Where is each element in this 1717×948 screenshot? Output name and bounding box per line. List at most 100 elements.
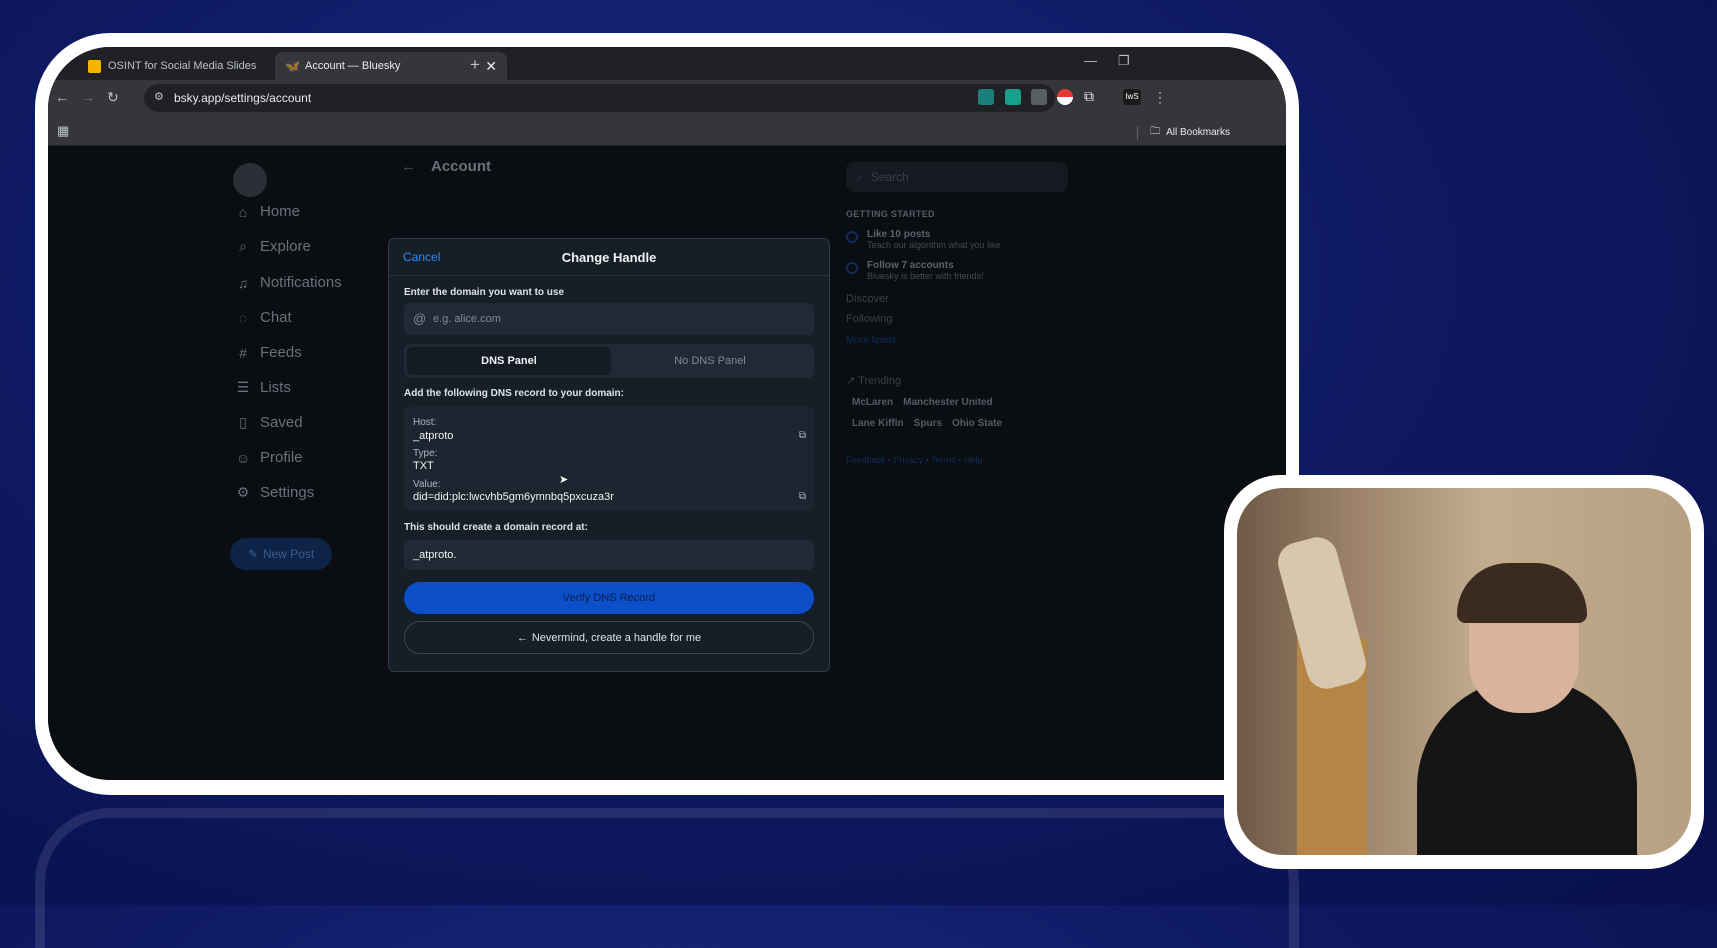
microphone — [1273, 532, 1371, 694]
browser-window: OSINT for Social Media Slides ✕ 🦋 Accoun… — [48, 47, 1286, 780]
omnibox[interactable]: ⚙ bsky.app/settings/account ☆ — [144, 84, 1055, 112]
value-label: Value: — [413, 479, 441, 490]
domain-record-value: _atproto. — [413, 549, 457, 561]
dns-record-box: Host: _atproto ⧉ Type: TXT Value: did=di… — [404, 407, 814, 511]
sidebar-item-explore[interactable]: ⌕ Explore — [232, 238, 311, 255]
at-sign-icon: @ — [413, 311, 427, 326]
type-value: TXT — [413, 460, 434, 472]
presenter-hair — [1457, 563, 1587, 623]
sidebar-item-chat[interactable]: ◌ Chat — [232, 309, 292, 326]
restore-icon[interactable]: ❐ — [1118, 53, 1130, 69]
all-bookmarks-label: All Bookmarks — [1166, 127, 1230, 138]
tab-dns-panel[interactable]: DNS Panel — [407, 347, 611, 375]
domain-placeholder: e.g. alice.com — [433, 313, 501, 325]
verify-dns-button[interactable]: Verify DNS Record — [404, 582, 814, 614]
feed-link-discover[interactable]: Discover — [846, 293, 1068, 305]
site-settings-icon[interactable]: ⚙ — [154, 90, 164, 103]
sidebar-item-label: Explore — [260, 238, 311, 255]
extension-icon[interactable] — [1031, 89, 1047, 105]
close-tab-icon[interactable]: ✕ — [485, 58, 497, 75]
right-column: ⌕ Search GETTING STARTED Like 10 posts T… — [846, 162, 1068, 465]
nevermind-label: Nevermind, create a handle for me — [531, 631, 702, 644]
sidebar-item-saved[interactable]: ▯ Saved — [232, 414, 302, 431]
menu-kebab-icon[interactable]: ⋮ — [1153, 89, 1167, 106]
sidebar-item-label: Chat — [260, 309, 292, 326]
sidebar-item-feeds[interactable]: # Feeds — [232, 344, 302, 361]
tab-label: Account — Bluesky — [305, 60, 401, 72]
trending-topic[interactable]: Ohio State — [952, 418, 1002, 429]
task-item[interactable]: Follow 7 accounts Bluesky is better with… — [846, 260, 1068, 281]
webcam-video — [1237, 488, 1691, 855]
sidebar-item-label: Feeds — [260, 344, 302, 361]
apps-grid-icon[interactable]: ▦ — [57, 123, 69, 139]
dns-mode-toggle: DNS Panel No DNS Panel — [404, 344, 814, 378]
copy-icon[interactable]: ⧉ — [799, 491, 806, 502]
host-value: _atproto — [413, 430, 454, 442]
tab-label: OSINT for Social Media Slides — [108, 60, 257, 72]
sidebar-item-label: Settings — [260, 484, 315, 501]
progress-ring-icon — [846, 231, 858, 243]
chat-icon: ◌ — [238, 309, 248, 326]
hash-icon: # — [239, 344, 247, 361]
trending-topic[interactable]: McLaren — [852, 397, 893, 408]
trending-topic[interactable]: Lane Kiffin — [852, 418, 904, 429]
more-feeds-link[interactable]: More feeds — [846, 335, 1068, 346]
sidebar-item-lists[interactable]: ☰ Lists — [232, 379, 291, 396]
avatar[interactable] — [233, 163, 267, 197]
search-icon: ⌕ — [239, 238, 247, 254]
sidebar-item-label: Lists — [260, 379, 291, 396]
back-icon[interactable]: ← — [55, 89, 69, 105]
extensions-puzzle-icon[interactable]: ⧉ — [1084, 88, 1100, 104]
sidebar-item-profile[interactable]: ☺ Profile — [232, 449, 303, 466]
sidebar-item-home[interactable]: ⌂ Home — [232, 203, 300, 220]
frame-reflection — [35, 808, 1299, 948]
host-label: Host: — [413, 417, 437, 428]
arrow-left-icon: ← — [516, 631, 528, 644]
extension-icon[interactable] — [1005, 89, 1021, 105]
bluesky-page: ⌂ Home ⌕ Explore ♫ Notifications ◌ Chat … — [48, 146, 1286, 780]
profile-avatar[interactable]: IwS — [1123, 89, 1141, 105]
minimize-icon[interactable]: — — [1084, 53, 1097, 68]
feed-link-following[interactable]: Following — [846, 313, 1068, 325]
copy-icon[interactable]: ⧉ — [799, 430, 806, 441]
sidebar-item-label: Home — [260, 203, 301, 220]
folder-icon: 🗀 — [1150, 126, 1161, 137]
nevermind-button[interactable]: ← Nevermind, create a handle for me — [404, 621, 814, 654]
task-item[interactable]: Like 10 posts Teach our algorithm what y… — [846, 229, 1068, 250]
trending-topic[interactable]: Manchester United — [903, 397, 992, 408]
task-title: Follow 7 accounts — [867, 260, 954, 271]
extension-icon[interactable] — [978, 89, 994, 105]
bookmark-icon: ▯ — [239, 414, 247, 430]
dialog-header: Cancel Change Handle — [389, 239, 829, 276]
list-icon: ☰ — [236, 379, 250, 395]
forward-icon[interactable]: → — [81, 89, 95, 105]
task-subtitle: Teach our algorithm what you like — [867, 240, 1001, 250]
trending-row: Lane Kiffin Spurs Ohio State — [846, 418, 1068, 429]
address-bar-row: ← → ↻ ⚙ bsky.app/settings/account ☆ ⧉ Iw… — [48, 80, 1286, 116]
search-icon: ⌕ — [856, 169, 863, 184]
search-input[interactable]: ⌕ Search — [846, 162, 1068, 192]
new-tab-button[interactable]: + — [470, 55, 480, 75]
compose-icon: ✎ — [247, 547, 258, 561]
domain-input[interactable]: @ e.g. alice.com — [404, 303, 814, 335]
task-subtitle: Bluesky is better with friends! — [867, 271, 984, 281]
change-handle-dialog: Cancel Change Handle Enter the domain yo… — [388, 238, 830, 672]
divider — [1137, 125, 1139, 140]
type-label: Type: — [413, 448, 438, 459]
pokeball-icon[interactable] — [1057, 89, 1073, 105]
trending-icon: ↗ — [846, 375, 859, 387]
new-post-button[interactable]: ✎ New Post — [230, 538, 332, 570]
tab-no-dns-panel[interactable]: No DNS Panel — [608, 347, 812, 375]
profile-icon: ☺ — [235, 449, 251, 466]
sidebar-item-settings[interactable]: ⚙ Settings — [232, 484, 314, 501]
tab-strip: OSINT for Social Media Slides ✕ 🦋 Accoun… — [48, 47, 1286, 80]
sidebar-item-label: Notifications — [260, 274, 342, 291]
reload-icon[interactable]: ↻ — [107, 89, 119, 106]
domain-label: Enter the domain you want to use — [404, 287, 565, 298]
task-title: Like 10 posts — [867, 229, 931, 240]
sidebar-item-notifications[interactable]: ♫ Notifications — [232, 274, 342, 291]
progress-ring-icon — [846, 262, 858, 274]
footer-links[interactable]: Feedback • Privacy • Terms • Help — [846, 455, 1068, 465]
trending-topic[interactable]: Spurs — [914, 418, 942, 429]
all-bookmarks-button[interactable]: 🗀 All Bookmarks — [1137, 124, 1230, 141]
